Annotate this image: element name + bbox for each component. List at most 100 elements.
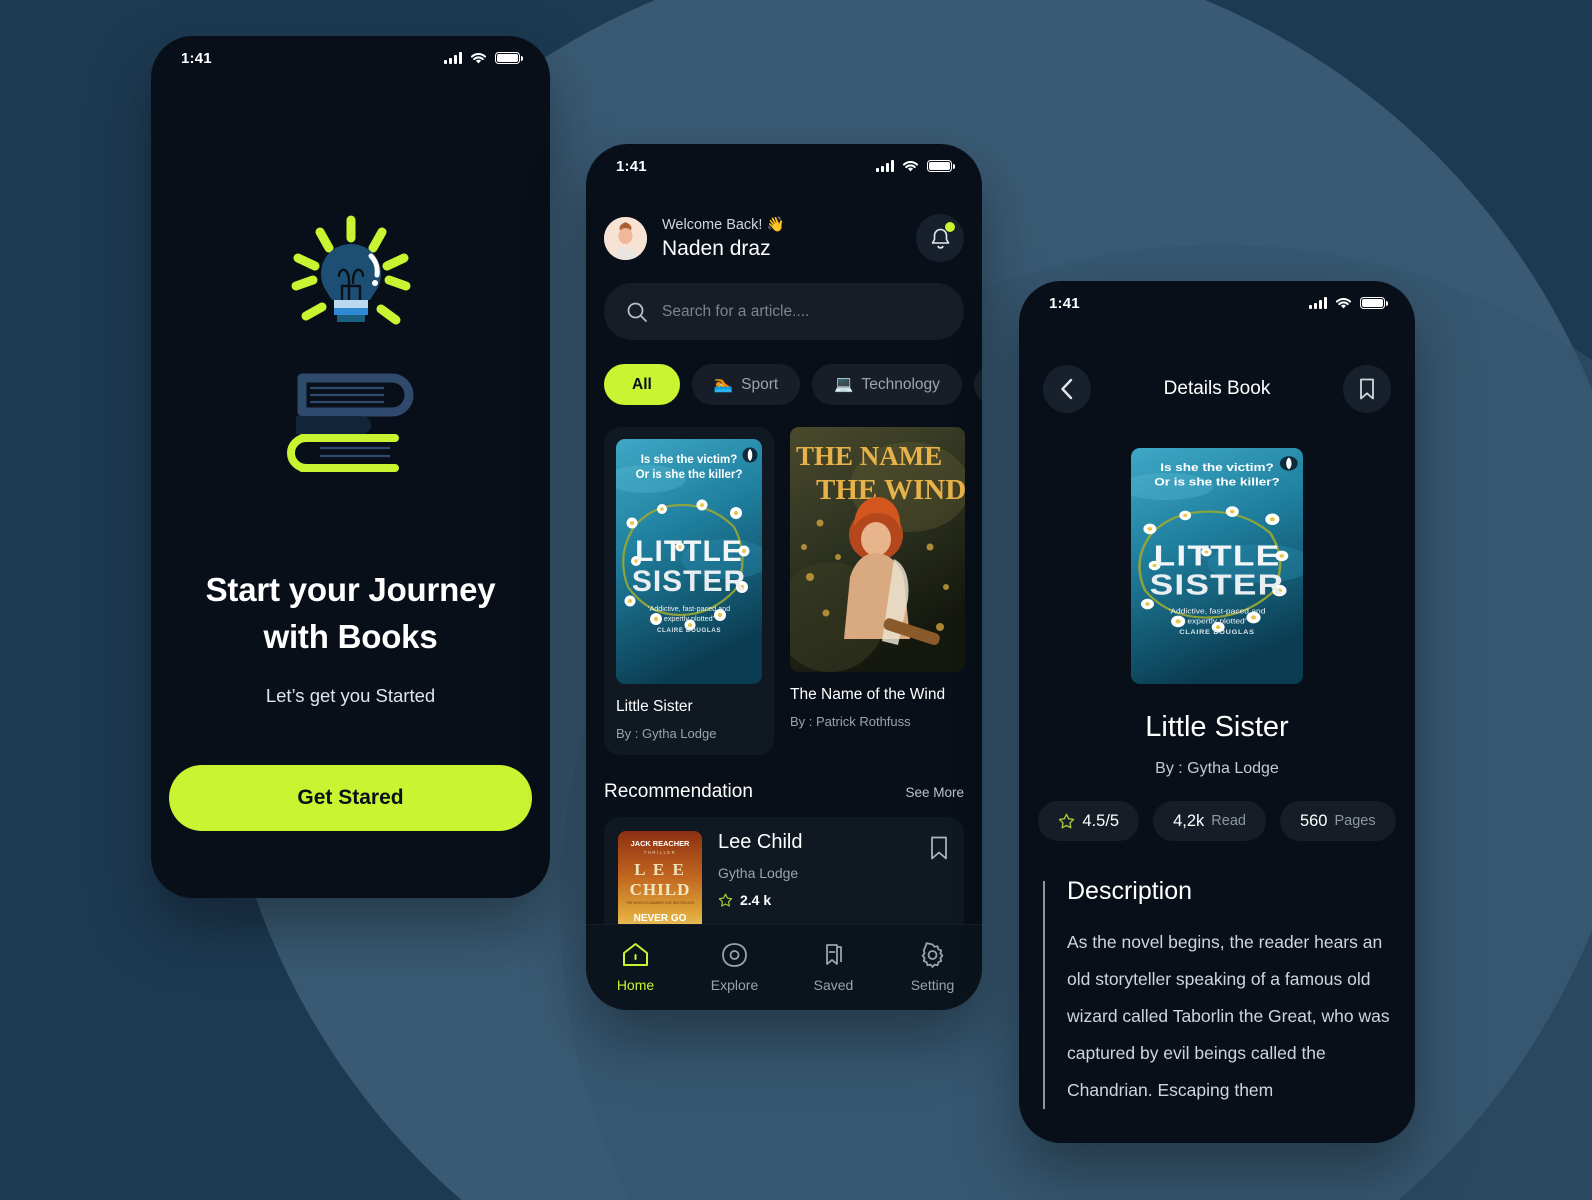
battery-icon xyxy=(1360,296,1388,310)
svg-text:Is she the victim?: Is she the victim? xyxy=(1160,461,1274,474)
book-stats: 4.5/5 4,2k Read 560 Pages xyxy=(1019,801,1415,841)
tab-saved[interactable]: Saved xyxy=(784,942,883,993)
svg-text:NEVER GO: NEVER GO xyxy=(634,913,687,924)
bookmark-icon xyxy=(1360,378,1374,400)
rating-value: 2.4 k xyxy=(740,892,772,908)
wifi-icon xyxy=(1335,297,1352,309)
onboarding-screen: 1:41 Start your Journey with Books Let’s… xyxy=(151,36,550,898)
compass-icon xyxy=(722,943,747,967)
page-title: Start your Journey with Books xyxy=(206,567,496,661)
svg-text:CLAIRE DOUGLAS: CLAIRE DOUGLAS xyxy=(657,627,721,634)
tab-explore[interactable]: Explore xyxy=(685,942,784,993)
book-author: By : Gytha Lodge xyxy=(616,726,717,741)
svg-text:THE NAME: THE NAME xyxy=(796,441,942,471)
lightbulb-icon xyxy=(276,208,426,348)
tab-label: Saved xyxy=(813,977,854,993)
chip-sport[interactable]: 🏊 Sport xyxy=(691,364,801,405)
search-icon xyxy=(627,302,647,322)
title-line-2: with Books xyxy=(263,617,438,655)
book-author: By : Gytha Lodge xyxy=(1155,760,1279,777)
little-sister-cover: Is she the victim? Or is she the killer?… xyxy=(1131,448,1303,684)
book-card[interactable]: THE NAME THE WIND The Name of the Wind B… xyxy=(790,427,965,755)
description-heading: Description xyxy=(1067,877,1193,905)
chip-all[interactable]: All xyxy=(604,364,680,405)
search-input[interactable] xyxy=(662,302,942,321)
recommendation-rating: 2.4 k xyxy=(718,892,912,908)
svg-text:Is she the victim?: Is she the victim? xyxy=(641,454,738,466)
notification-badge xyxy=(945,222,955,232)
home-screen: 1:41 Welcome Back! 👋 Naden draz Search f… xyxy=(586,144,982,1010)
stat-value: 4,2k xyxy=(1173,811,1205,830)
svg-text:THE WORLD'S NUMBER ONE BESTSEL: THE WORLD'S NUMBER ONE BESTSELLER xyxy=(626,901,695,905)
get-started-button[interactable]: Get Stared xyxy=(169,764,532,831)
tab-home[interactable]: Home xyxy=(586,942,685,993)
cellular-signal-icon xyxy=(1309,297,1327,309)
bottom-navigation: Home Explore Saved Setting xyxy=(586,924,982,1010)
see-more-link[interactable]: See More xyxy=(905,785,964,800)
status-bar: 1:41 xyxy=(1019,281,1415,325)
star-icon xyxy=(718,893,733,907)
sport-emoji-icon: 🏊 xyxy=(713,376,734,393)
status-time: 1:41 xyxy=(616,157,647,175)
page-title: Details Book xyxy=(1163,378,1271,399)
star-icon xyxy=(1059,813,1075,828)
stat-value: 560 xyxy=(1299,811,1328,830)
status-time: 1:41 xyxy=(1049,294,1080,312)
chip-label: All xyxy=(632,375,652,393)
svg-text:LITTLE: LITTLE xyxy=(635,535,743,568)
avatar[interactable] xyxy=(604,216,647,260)
svg-text:‘Addictive, fast-paced and: ‘Addictive, fast-paced and xyxy=(1169,607,1266,615)
user-name: Naden draz xyxy=(662,236,771,260)
wifi-icon xyxy=(470,52,487,64)
book-author: By : Patrick Rothfuss xyxy=(790,714,911,729)
books-stack-icon xyxy=(272,370,429,475)
stat-read: 4,2k Read xyxy=(1153,801,1266,841)
battery-icon xyxy=(927,159,955,173)
tab-label: Setting xyxy=(910,977,955,993)
chip-label: Technology xyxy=(861,375,940,393)
svg-text:JACK REACHER: JACK REACHER xyxy=(631,839,690,848)
name-of-the-wind-cover: THE NAME THE WIND xyxy=(790,427,965,672)
recommendation-author: Gytha Lodge xyxy=(718,865,799,881)
saved-icon xyxy=(826,944,842,965)
search-bar[interactable] xyxy=(604,283,964,340)
gear-icon xyxy=(921,942,944,968)
wifi-icon xyxy=(902,160,919,172)
status-bar: 1:41 xyxy=(151,36,550,80)
recommendation-title: Lee Child xyxy=(718,831,803,853)
book-title: Little Sister xyxy=(616,698,693,715)
book-card[interactable]: Is she the victim? Or is she the killer? xyxy=(604,427,774,755)
battery-icon xyxy=(495,51,523,65)
status-icons xyxy=(876,159,955,173)
category-chips: All 🏊 Sport 💻 Technology 🔬 xyxy=(586,364,982,405)
tab-label: Explore xyxy=(710,977,759,993)
home-icon xyxy=(623,943,648,966)
status-time: 1:41 xyxy=(181,49,212,67)
stat-pages: 560 Pages xyxy=(1279,801,1396,841)
tab-setting[interactable]: Setting xyxy=(883,942,982,993)
stat-unit: Read xyxy=(1211,813,1246,829)
title-line-1: Start your Journey xyxy=(205,571,496,608)
chip-technology[interactable]: 💻 Technology xyxy=(812,364,962,405)
chevron-left-icon xyxy=(1061,378,1073,400)
page-subtitle: Let’s get you Started xyxy=(265,684,436,706)
recommendation-heading: Recommendation xyxy=(604,781,753,802)
svg-text:CHILD: CHILD xyxy=(630,880,691,899)
status-icons xyxy=(444,51,523,65)
cellular-signal-icon xyxy=(876,160,894,172)
description-section: Description As the novel begins, the rea… xyxy=(1043,877,1391,1110)
svg-text:Or is she the killer?: Or is she the killer? xyxy=(1154,476,1280,489)
bookmark-button[interactable] xyxy=(1343,365,1391,413)
svg-text:expertly plotted’: expertly plotted’ xyxy=(664,614,715,623)
status-bar: 1:41 xyxy=(586,144,982,188)
book-title: The Name of the Wind xyxy=(790,686,946,703)
back-button[interactable] xyxy=(1043,365,1091,413)
chip-science[interactable]: 🔬 xyxy=(973,364,982,405)
laptop-emoji-icon: 💻 xyxy=(834,376,854,393)
svg-text:LITTLE: LITTLE xyxy=(1154,540,1281,572)
notification-button[interactable] xyxy=(916,214,964,262)
status-icons xyxy=(1309,296,1388,310)
stat-value: 4.5/5 xyxy=(1082,811,1120,830)
stat-rating: 4.5/5 xyxy=(1038,801,1140,841)
bookmark-icon[interactable] xyxy=(928,835,950,861)
